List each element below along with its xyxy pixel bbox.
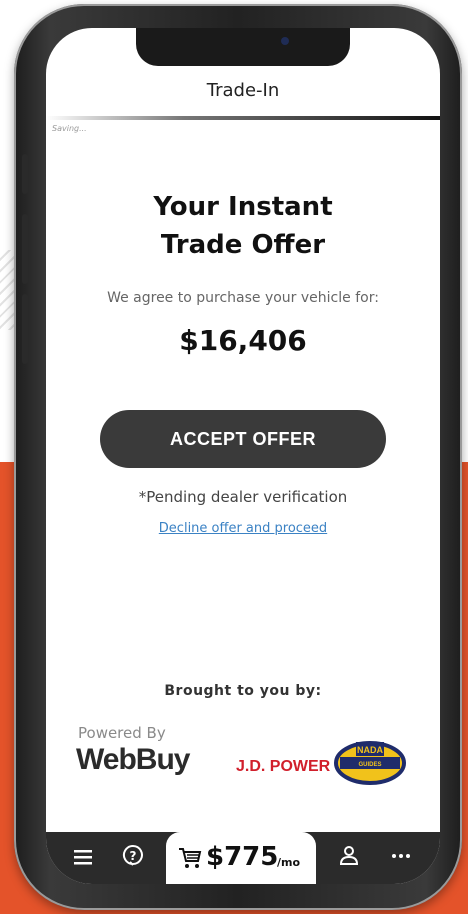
payment-unit: /mo: [277, 856, 301, 869]
camera-icon: [281, 37, 289, 45]
offer-heading: Your Instant Trade Offer: [46, 188, 440, 264]
side-button: [22, 294, 28, 364]
powered-by-label: Powered By: [78, 724, 166, 742]
svg-text:GUIDES: GUIDES: [358, 762, 381, 768]
accept-offer-button[interactable]: ACCEPT OFFER: [100, 410, 386, 468]
svg-text:NADA: NADA: [357, 745, 383, 755]
cart-payment-tab[interactable]: $775 /mo: [166, 832, 316, 884]
side-button: [22, 214, 28, 284]
more-icon[interactable]: [388, 844, 414, 870]
svg-text:?: ?: [130, 849, 137, 863]
help-icon[interactable]: ?: [120, 844, 146, 870]
jdpower-logo: J.D. POWER: [236, 758, 331, 775]
saving-status: Saving...: [52, 124, 87, 133]
webbuy-logo: WebBuy: [76, 743, 190, 776]
brought-to-you-label: Brought to you by:: [164, 683, 322, 699]
decline-offer-link[interactable]: Decline offer and proceed: [46, 521, 440, 536]
cart-icon: [179, 848, 202, 868]
bottom-nav-bar: ? $775 /mo: [46, 832, 440, 884]
monthly-payment: $775: [206, 842, 279, 872]
nada-guides-logo: NADA GUIDES: [334, 741, 406, 785]
offer-heading-line2: Trade Offer: [160, 230, 326, 260]
offer-heading-line1: Your Instant: [153, 192, 333, 222]
user-icon[interactable]: [336, 844, 362, 870]
notch: [136, 28, 350, 66]
progress-bar: [46, 116, 440, 120]
phone-screen: Trade-In Saving... Your Instant Trade Of…: [46, 28, 440, 884]
offer-price: $16,406: [179, 324, 307, 357]
pending-verification-note: *Pending dealer verification: [138, 488, 348, 506]
page-title: Trade-In: [206, 80, 280, 101]
side-button: [22, 154, 28, 194]
offer-subtitle: We agree to purchase your vehicle for:: [107, 290, 379, 306]
menu-icon[interactable]: [70, 844, 96, 870]
